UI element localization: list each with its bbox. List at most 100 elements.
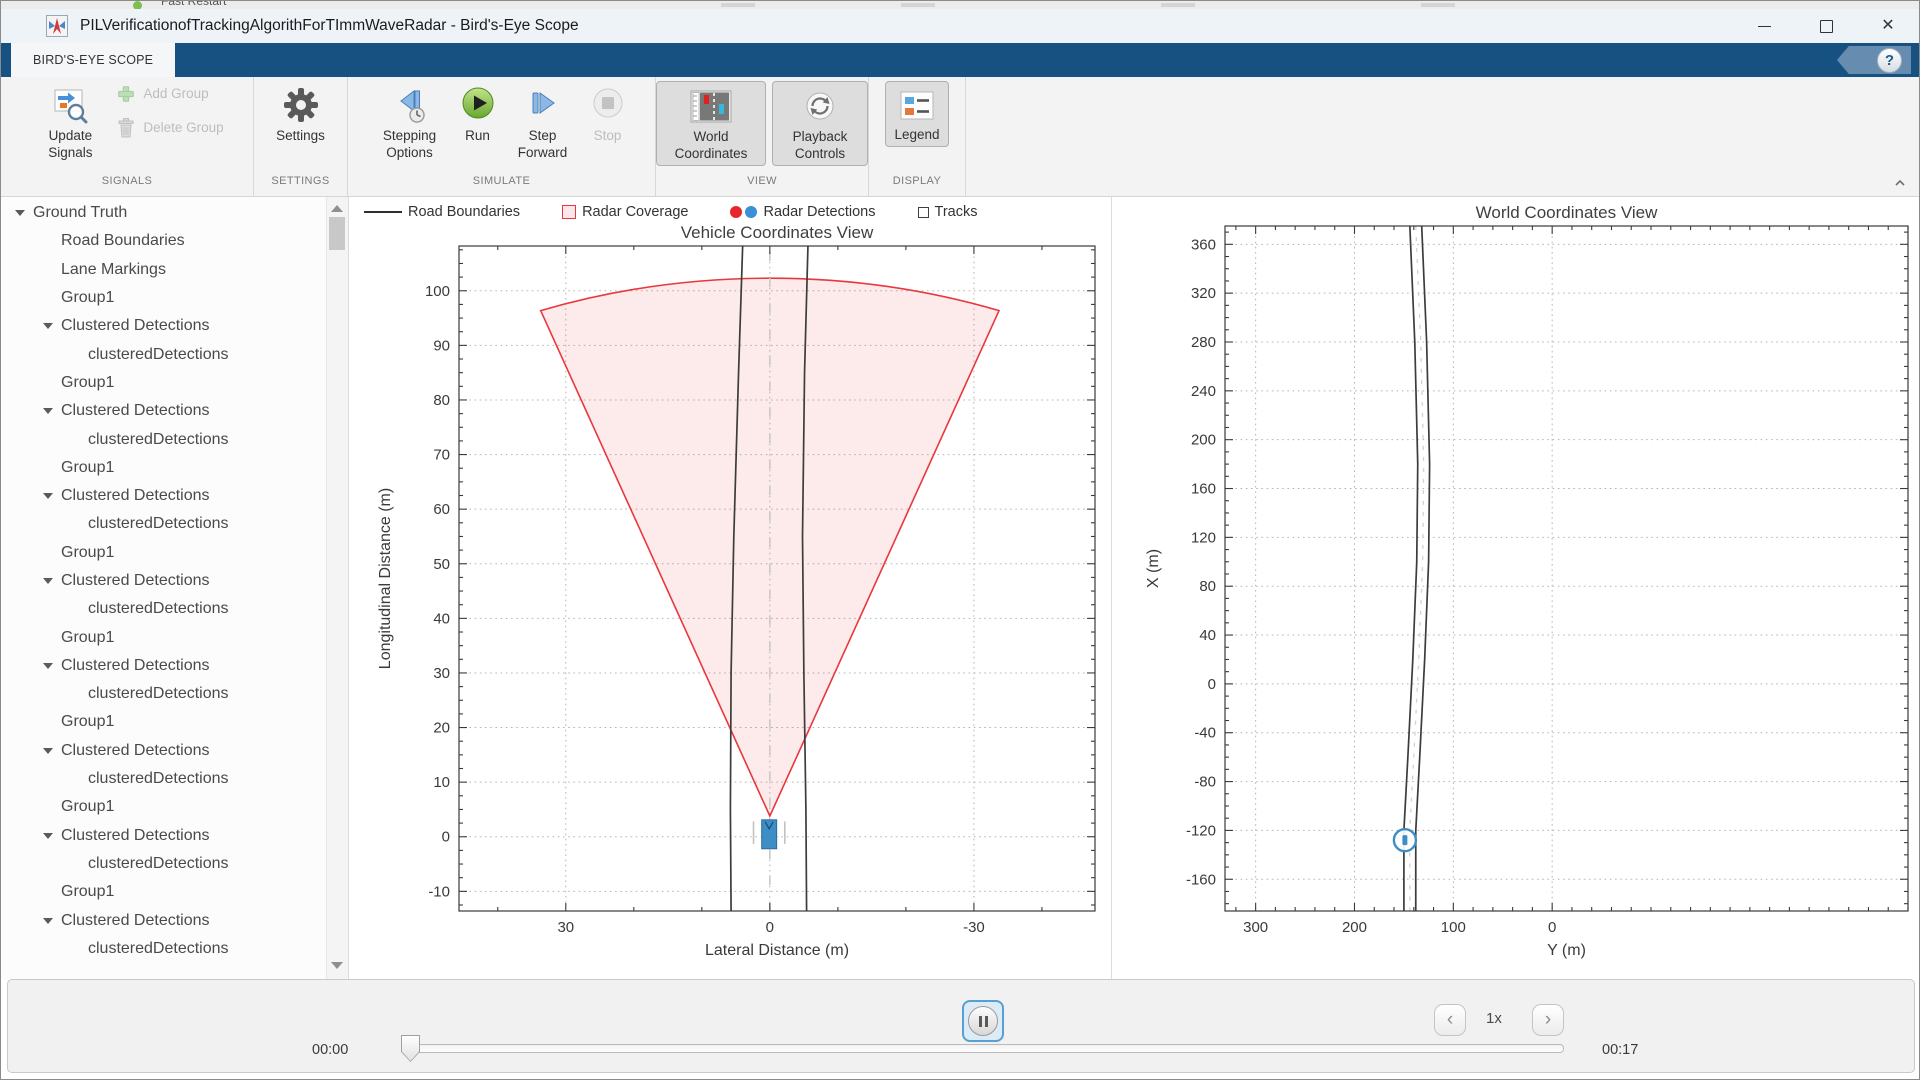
scroll-down-icon[interactable]	[331, 962, 343, 969]
sidebar-scrollbar[interactable]	[326, 197, 348, 979]
close-button[interactable]: ✕	[1857, 9, 1919, 43]
expand-arrow-icon[interactable]	[43, 663, 61, 669]
tree-item[interactable]: clusteredDetections	[88, 425, 326, 453]
tree-item[interactable]: Group1	[43, 793, 326, 821]
tree-item-label: Clustered Detections	[61, 912, 210, 930]
signal-tree: Ground Truth Road Boundaries Lane Markings…	[1, 199, 326, 979]
tree-item[interactable]: clusteredDetections	[88, 595, 326, 623]
expand-arrow-icon[interactable]	[43, 408, 61, 414]
legend-item-label: Road Boundaries	[408, 204, 520, 220]
world-coordinates-label: World Coordinates	[665, 129, 757, 163]
tree-item[interactable]: clusteredDetections	[88, 935, 326, 963]
tree-item-label: Clustered Detections	[61, 487, 210, 505]
delete-group-label: Delete Group	[143, 120, 223, 137]
scroll-up-icon[interactable]	[331, 205, 343, 212]
expand-arrow-icon[interactable]	[43, 578, 61, 584]
vehicle-coordinates-chart: 300-30-100102030405060708090100Lateral D…	[350, 197, 1112, 979]
tab-birds-eye-scope[interactable]: BIRD'S-EYE SCOPE	[11, 43, 175, 77]
tree-item[interactable]: Clustered Detections	[43, 822, 326, 850]
world-coordinates-chart: 3002001000-160-120-80-400408012016020024…	[1113, 197, 1920, 979]
app-icon	[46, 15, 68, 37]
previous-frame-button[interactable]: ‹	[1434, 1004, 1466, 1036]
section-label-display: DISPLAY	[869, 175, 965, 196]
tree-item[interactable]: Clustered Detections	[43, 737, 326, 765]
tree-item[interactable]: clusteredDetections	[88, 510, 326, 538]
expand-arrow-icon[interactable]	[43, 323, 61, 329]
tree-item[interactable]: clusteredDetections	[88, 765, 326, 793]
stepping-options-label: Stepping Options	[377, 128, 443, 162]
window-title: PILVerificationofTrackingAlgorithForTImm…	[80, 17, 579, 35]
run-button[interactable]: Run	[453, 79, 503, 147]
expand-arrow-icon[interactable]	[43, 918, 61, 924]
step-forward-button[interactable]: Step Forward	[507, 79, 579, 164]
timeline-slider-thumb[interactable]	[401, 1035, 420, 1062]
pause-button[interactable]	[962, 1000, 1004, 1042]
next-frame-button[interactable]: ›	[1532, 1004, 1564, 1036]
tree-item[interactable]: Clustered Detections	[43, 652, 326, 680]
tree-item[interactable]: Clustered Detections	[43, 397, 326, 425]
section-settings: Settings SETTINGS	[254, 77, 348, 196]
svg-text:-120: -120	[1186, 822, 1216, 839]
expand-arrow-icon[interactable]	[43, 833, 61, 839]
axis-ticks	[1225, 226, 1908, 911]
expand-arrow-icon[interactable]	[15, 210, 33, 216]
tree-item[interactable]: Group1	[43, 539, 326, 567]
expand-arrow-icon[interactable]	[43, 748, 61, 754]
maximize-button[interactable]	[1795, 9, 1857, 43]
delete-group-button[interactable]: Delete Group	[116, 113, 223, 143]
tree-item-label: clusteredDetections	[88, 770, 229, 788]
red-detection-swatch	[730, 206, 742, 218]
tree-item-label: Group1	[61, 289, 114, 307]
legend-toggle[interactable]: Legend	[885, 81, 948, 147]
expand-arrow-icon[interactable]	[43, 493, 61, 499]
tree-item[interactable]: Clustered Detections	[43, 312, 326, 340]
title-bar: PILVerificationofTrackingAlgorithForTImm…	[1, 9, 1919, 43]
minimize-button[interactable]	[1733, 9, 1795, 43]
svg-text:100: 100	[1441, 919, 1466, 936]
step-forward-icon	[524, 86, 562, 124]
tree-item[interactable]: Group1	[43, 369, 326, 397]
tree-item-label: Group1	[61, 459, 114, 477]
run-icon	[459, 86, 497, 124]
stop-button[interactable]: Stop	[583, 79, 633, 147]
stepping-options-button[interactable]: Stepping Options	[371, 79, 449, 164]
ribbon-band: BIRD'S-EYE SCOPE ?	[1, 43, 1919, 77]
tree-item[interactable]: Group1	[43, 284, 326, 312]
add-group-button[interactable]: Add Group	[116, 79, 223, 109]
tree-item[interactable]: clusteredDetections	[88, 850, 326, 878]
scrollbar-thumb[interactable]	[329, 217, 345, 250]
world-coordinates-toggle[interactable]: World Coordinates	[656, 81, 766, 166]
timeline-slider-track[interactable]	[402, 1044, 1564, 1053]
chart-title: World Coordinates View	[1476, 203, 1658, 222]
tree-item[interactable]: Group1	[43, 878, 326, 906]
settings-button[interactable]: Settings	[270, 79, 331, 147]
tree-item-label: Ground Truth	[33, 204, 127, 222]
tree-item[interactable]: Clustered Detections	[43, 567, 326, 595]
tree-item[interactable]: Group1	[43, 708, 326, 736]
legend-item: Radar Coverage	[562, 204, 688, 220]
svg-text:10: 10	[433, 774, 450, 791]
svg-text:0: 0	[1208, 676, 1216, 693]
tree-item[interactable]: Clustered Detections	[43, 482, 326, 510]
tree-item[interactable]: Lane Markings	[43, 256, 326, 284]
tree-item[interactable]: Group1	[43, 454, 326, 482]
update-signals-button[interactable]: Update Signals	[32, 79, 108, 164]
tree-item[interactable]: Road Boundaries	[43, 227, 326, 255]
tree-item[interactable]: Group1	[43, 623, 326, 651]
tree-item-label: Clustered Detections	[61, 657, 210, 675]
svg-text:70: 70	[433, 447, 450, 464]
update-signals-icon	[51, 86, 89, 124]
tree-item[interactable]: Clustered Detections	[43, 906, 326, 934]
tree-item-label: Lane Markings	[61, 261, 166, 279]
tree-item-label: clusteredDetections	[88, 855, 229, 873]
section-simulate: Stepping Options Run	[348, 77, 656, 196]
help-button[interactable]: ?	[1837, 46, 1911, 74]
x-axis-title: Y (m)	[1547, 942, 1586, 959]
tree-item[interactable]: clusteredDetections	[88, 680, 326, 708]
tree-item[interactable]: Ground Truth	[15, 199, 326, 227]
collapse-toolstrip-button[interactable]	[1895, 178, 1905, 188]
svg-text:-80: -80	[1194, 774, 1216, 791]
playback-controls-toggle[interactable]: Playback Controls	[772, 81, 868, 166]
tree-item[interactable]: clusteredDetections	[88, 340, 326, 368]
add-group-label: Add Group	[143, 86, 208, 103]
